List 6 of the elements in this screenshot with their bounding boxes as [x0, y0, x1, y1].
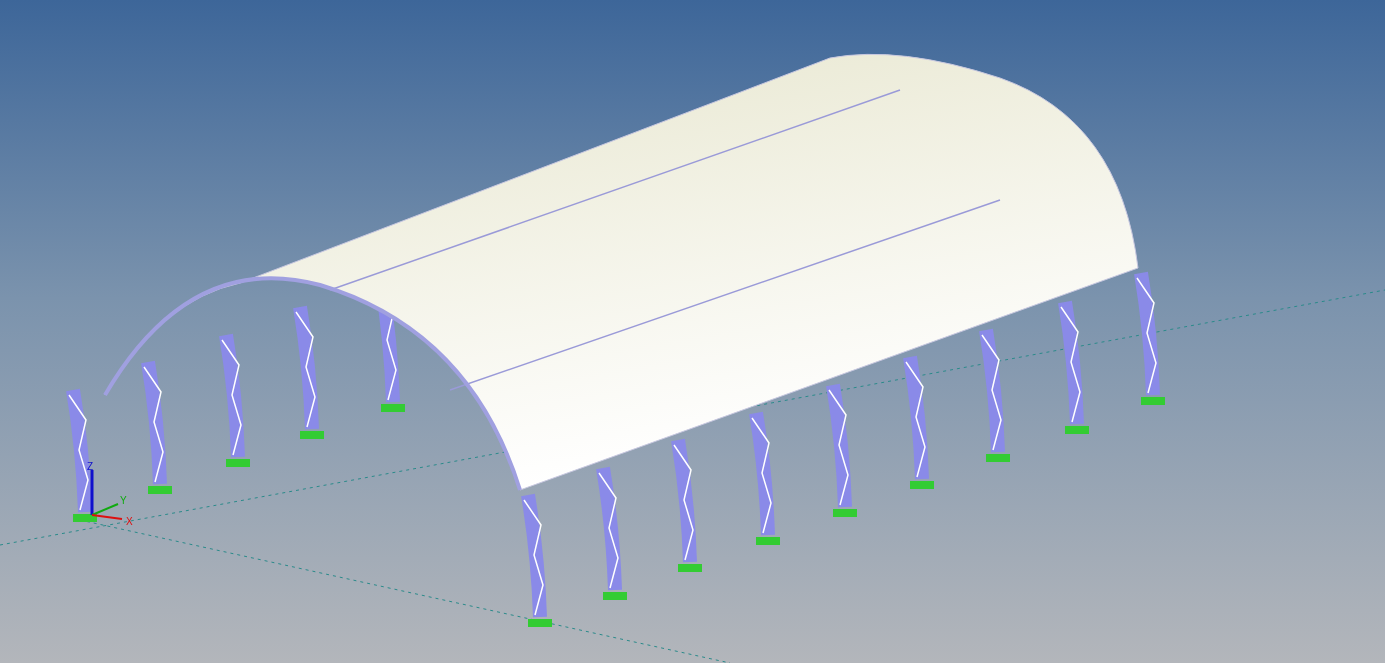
z-axis-label: Z: [87, 461, 94, 472]
z-axis-line: [90, 470, 94, 515]
y-axis-label: Y: [120, 495, 127, 506]
x-axis-line: [91, 514, 123, 520]
x-axis-label: X: [126, 516, 133, 527]
y-axis-line: [91, 503, 119, 516]
